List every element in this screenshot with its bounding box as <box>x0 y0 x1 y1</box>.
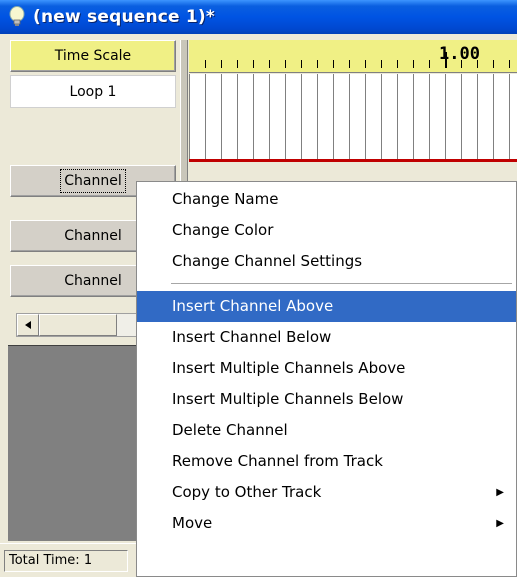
submenu-arrow-icon: ▶ <box>496 487 504 498</box>
menu-item-label: Copy to Other Track <box>172 483 322 501</box>
time-ruler[interactable]: 1.00 <box>189 40 517 73</box>
menu-item-insert-multiple-above[interactable]: Insert Multiple Channels Above <box>137 353 516 384</box>
menu-item-remove-from-track[interactable]: Remove Channel from Track <box>137 446 516 477</box>
ruler-tick <box>381 60 382 68</box>
ruler-tick <box>285 60 286 68</box>
menu-item-delete-channel[interactable]: Delete Channel <box>137 415 516 446</box>
channel-label: Channel <box>64 273 122 289</box>
app-window: (new sequence 1)* 1.00 Time Scale Loop 1… <box>0 0 517 577</box>
ruler-tick <box>365 60 366 68</box>
ruler-tick <box>493 60 494 68</box>
menu-item-label: Delete Channel <box>172 421 288 439</box>
loop-row[interactable]: Loop 1 <box>10 75 176 108</box>
submenu-arrow-icon: ▶ <box>496 518 504 529</box>
ruler-tick <box>269 60 270 68</box>
time-scale-button[interactable]: Time Scale <box>10 40 176 72</box>
menu-item-insert-channel-below[interactable]: Insert Channel Below <box>137 322 516 353</box>
menu-item-change-name[interactable]: Change Name <box>137 184 516 215</box>
scroll-thumb[interactable] <box>39 314 117 336</box>
menu-item-label: Insert Channel Below <box>172 328 332 346</box>
menu-item-copy-to-other-track[interactable]: Copy to Other Track ▶ <box>137 477 516 508</box>
menu-separator <box>137 277 516 291</box>
menu-item-label: Insert Multiple Channels Above <box>172 359 406 377</box>
ruler-tick <box>445 52 447 68</box>
ruler-tick <box>477 60 478 68</box>
scroll-left-button[interactable] <box>17 314 39 336</box>
menu-item-label: Change Name <box>172 190 279 208</box>
ruler-tick <box>413 60 414 68</box>
channel-label: Channel <box>60 169 126 193</box>
timing-grid[interactable] <box>189 74 517 162</box>
ruler-tick <box>301 60 302 68</box>
ruler-tick <box>317 60 318 68</box>
channel-label: Channel <box>64 228 122 244</box>
menu-item-insert-multiple-below[interactable]: Insert Multiple Channels Below <box>137 384 516 415</box>
menu-item-change-color[interactable]: Change Color <box>137 215 516 246</box>
menu-item-label: Change Color <box>172 221 274 239</box>
menu-item-label: Change Channel Settings <box>172 252 363 270</box>
total-time-status: Total Time: 1 <box>4 550 128 572</box>
window-title: (new sequence 1)* <box>33 7 215 27</box>
ruler-tick <box>429 60 430 68</box>
menu-item-move[interactable]: Move ▶ <box>137 508 516 539</box>
time-scale-label: Time Scale <box>54 48 132 64</box>
ruler-tick <box>509 60 510 68</box>
ruler-tick <box>333 60 334 68</box>
menu-item-label: Remove Channel from Track <box>172 452 383 470</box>
menu-item-label: Insert Channel Above <box>172 297 334 315</box>
arrow-left-icon <box>25 321 31 329</box>
ruler-tick <box>397 60 398 68</box>
lightbulb-icon <box>9 6 25 26</box>
ruler-tick <box>221 60 222 68</box>
title-bar[interactable]: (new sequence 1)* <box>0 0 517 34</box>
loop-line <box>189 159 517 162</box>
channel-context-menu: Change Name Change Color Change Channel … <box>136 181 517 577</box>
loop-label: Loop 1 <box>69 83 117 100</box>
menu-item-label: Move <box>172 514 213 532</box>
ruler-tick <box>461 60 462 68</box>
menu-item-insert-channel-above[interactable]: Insert Channel Above <box>137 291 516 322</box>
ruler-tick <box>237 60 238 68</box>
ruler-tick <box>253 60 254 68</box>
ruler-tick <box>205 60 206 68</box>
ruler-tick <box>349 60 350 68</box>
menu-item-change-channel-settings[interactable]: Change Channel Settings <box>137 246 516 277</box>
menu-item-label: Insert Multiple Channels Below <box>172 390 404 408</box>
